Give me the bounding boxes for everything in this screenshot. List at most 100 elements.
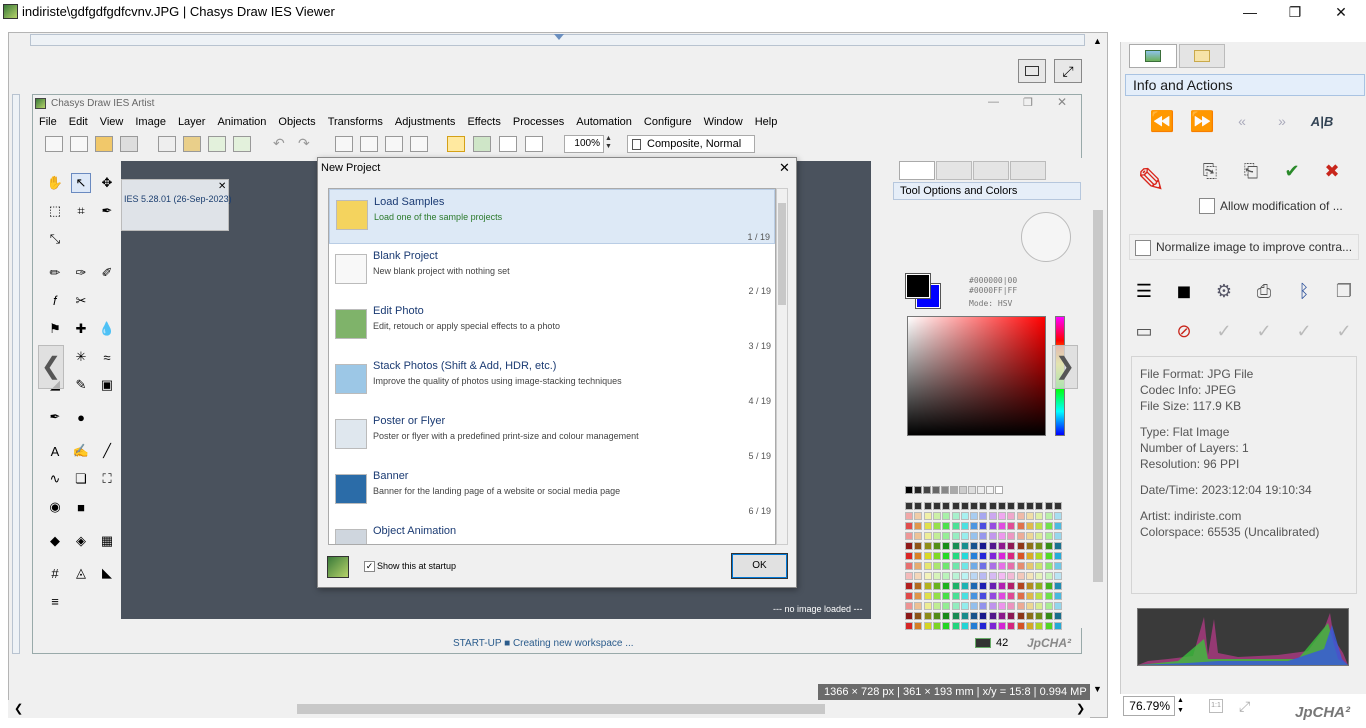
palette-swatch[interactable]	[1025, 562, 1034, 570]
palette-swatch[interactable]	[960, 552, 969, 560]
tab-info[interactable]	[1129, 44, 1177, 68]
palette-swatch[interactable]	[905, 542, 913, 550]
palette-swatch[interactable]	[1016, 602, 1025, 610]
palette-swatch[interactable]	[959, 486, 967, 494]
palette-swatch[interactable]	[942, 562, 951, 570]
mesh-icon[interactable]: ⛶	[97, 469, 117, 489]
palette-swatch[interactable]	[942, 552, 951, 560]
marker-icon[interactable]: ✐	[97, 263, 117, 283]
menu-image[interactable]: Image	[129, 113, 172, 131]
previous-arrow-icon[interactable]: ❮	[38, 345, 64, 389]
check-star-icon[interactable]: ✓	[1293, 320, 1315, 342]
palette-swatch[interactable]	[1044, 572, 1053, 580]
sidebar-zoom-field[interactable]: 76.79%	[1123, 696, 1175, 716]
palette-swatch[interactable]	[932, 572, 941, 580]
palette-swatch[interactable]	[998, 562, 1006, 570]
palette-swatch[interactable]	[1053, 512, 1062, 520]
palette-swatch[interactable]	[988, 502, 997, 510]
palette-swatch[interactable]	[1035, 522, 1044, 530]
palette-swatch[interactable]	[1007, 622, 1016, 630]
project-item[interactable]: Object Animation	[329, 519, 775, 544]
palette-swatch[interactable]	[905, 572, 913, 580]
palette-swatch[interactable]	[1044, 562, 1053, 570]
palette-swatch[interactable]	[932, 532, 941, 540]
palette-swatch[interactable]	[1025, 612, 1034, 620]
palette-swatch[interactable]	[923, 592, 932, 600]
palette-swatch[interactable]	[941, 486, 949, 494]
hand-icon[interactable]: ✋	[45, 173, 65, 193]
palette-swatch[interactable]	[1035, 612, 1044, 620]
palette-swatch[interactable]	[1007, 532, 1016, 540]
palette-swatch[interactable]	[932, 512, 941, 520]
palette-swatch[interactable]	[1053, 552, 1062, 560]
palette-swatch[interactable]	[1053, 572, 1062, 580]
palette-swatch[interactable]	[988, 622, 997, 630]
palette-swatch[interactable]	[968, 486, 976, 494]
copy-icon[interactable]	[158, 136, 176, 152]
palette-swatch[interactable]	[970, 602, 979, 610]
foreground-color[interactable]	[905, 273, 931, 299]
select-arrow-icon[interactable]: ↖	[71, 173, 91, 193]
palette-swatch[interactable]	[970, 542, 979, 550]
palette-swatch[interactable]	[960, 602, 969, 610]
palette-swatch[interactable]	[1007, 502, 1016, 510]
palette-swatch[interactable]	[951, 552, 960, 560]
text-icon[interactable]: A	[45, 441, 65, 461]
sliders-icon[interactable]: ≡	[45, 591, 65, 611]
palette-swatch[interactable]	[905, 602, 913, 610]
palette-swatch[interactable]	[1025, 532, 1034, 540]
menu-help[interactable]: Help	[749, 113, 784, 131]
crop-icon[interactable]	[335, 136, 353, 152]
palette-swatch[interactable]	[1053, 532, 1062, 540]
palette-swatch[interactable]	[1025, 592, 1034, 600]
list-scrollbar[interactable]	[776, 188, 788, 545]
palette-swatch[interactable]	[1016, 612, 1025, 620]
palette-swatch[interactable]	[1035, 602, 1044, 610]
palette-swatch[interactable]	[970, 532, 979, 540]
palette-swatch[interactable]	[979, 592, 988, 600]
palette-swatch[interactable]	[998, 602, 1006, 610]
menu-layer[interactable]: Layer	[172, 113, 212, 131]
palette-swatch[interactable]	[923, 582, 932, 590]
artist-close-button[interactable]: ✕	[1057, 95, 1067, 109]
first-image-icon[interactable]: ⏪	[1150, 110, 1175, 133]
slideshow-icon[interactable]: ▭	[1133, 320, 1155, 342]
palette-swatch[interactable]	[914, 602, 923, 610]
palette-swatch[interactable]	[998, 532, 1006, 540]
palette-swatch[interactable]	[988, 612, 997, 620]
add-layer-copy-icon[interactable]	[233, 136, 251, 152]
project-item[interactable]: Edit Photo Edit, retouch or apply special…	[329, 299, 775, 354]
viewer-scroll-right-icon[interactable]: ❯	[1076, 702, 1085, 715]
palette-swatch[interactable]	[932, 622, 941, 630]
menu-icon[interactable]: ☰	[1133, 280, 1155, 302]
undo-icon[interactable]: ↶	[273, 135, 285, 152]
next-arrow-icon[interactable]: ❯	[1052, 345, 1078, 389]
palette-swatch[interactable]	[914, 512, 923, 520]
close-button[interactable]: ✕	[1318, 0, 1364, 24]
palette-swatch[interactable]	[998, 512, 1006, 520]
palette-swatch[interactable]	[1044, 602, 1053, 610]
palette-swatch[interactable]	[951, 562, 960, 570]
print-icon[interactable]: ⎙	[1253, 280, 1275, 302]
cube-icon[interactable]: ■	[71, 497, 91, 517]
palette-swatch[interactable]	[960, 562, 969, 570]
palette-swatch[interactable]	[1016, 502, 1025, 510]
menu-animation[interactable]: Animation	[211, 113, 272, 131]
normalize-option[interactable]: Normalize image to improve contra...	[1129, 234, 1359, 260]
bandage-icon[interactable]: ✚	[71, 319, 91, 339]
palette-swatch[interactable]	[998, 522, 1006, 530]
menu-effects[interactable]: Effects	[461, 113, 506, 131]
palette-swatch[interactable]	[1044, 582, 1053, 590]
palette-swatch[interactable]	[979, 612, 988, 620]
palette-swatch[interactable]	[923, 562, 932, 570]
zoom-field[interactable]: 100%	[564, 135, 604, 153]
palette-swatch[interactable]	[1035, 502, 1044, 510]
palette-swatch[interactable]	[998, 582, 1006, 590]
line-icon[interactable]: ╱	[97, 441, 117, 461]
palette-swatch[interactable]	[951, 542, 960, 550]
perspective-icon[interactable]: ◬	[71, 563, 91, 583]
redo-icon[interactable]: ↷	[298, 135, 310, 152]
palette-swatch[interactable]	[905, 582, 913, 590]
palette-swatch[interactable]	[951, 532, 960, 540]
palette-swatch[interactable]	[1053, 612, 1062, 620]
